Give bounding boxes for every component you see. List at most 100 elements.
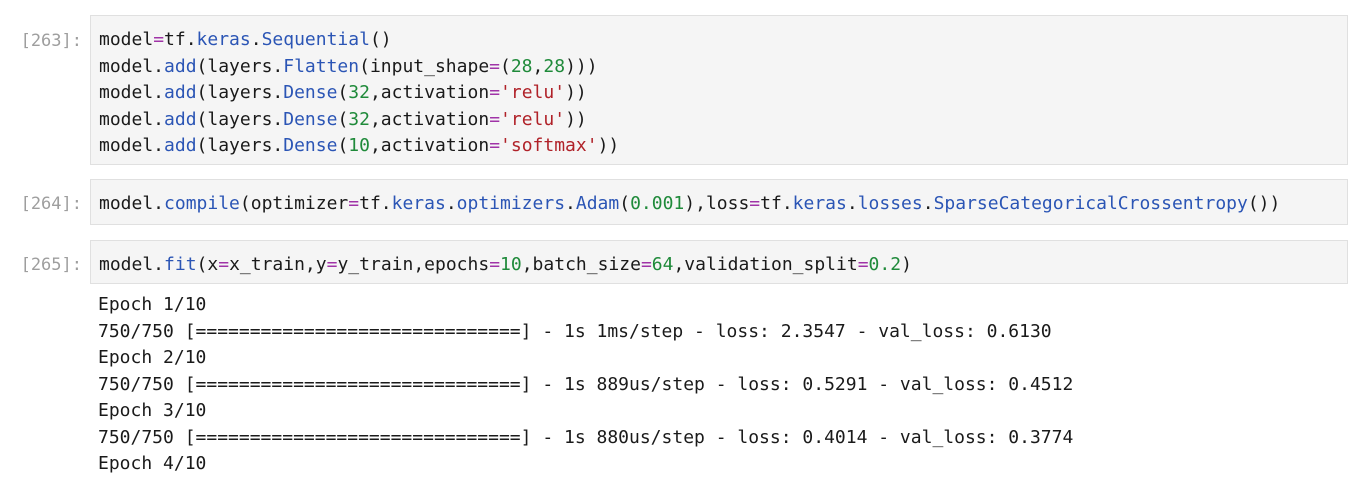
code-editor[interactable]: model.fit(x=x_train,y=y_train,epochs=10,…: [90, 240, 1348, 284]
code-line[interactable]: model.add(layers.Flatten(input_shape=(28…: [99, 54, 1347, 81]
code-token: 10: [348, 135, 370, 156]
code-token: keras: [391, 193, 446, 214]
cell-output: Epoch 1/10 750/750 [====================…: [98, 292, 1338, 478]
code-token: ()): [1247, 193, 1281, 214]
code-line[interactable]: model.add(layers.Dense(32,activation='re…: [99, 107, 1347, 134]
code-token: model.: [99, 108, 165, 130]
code-token: .: [846, 193, 858, 214]
code-editor[interactable]: model.compile(optimizer=tf.keras.optimiz…: [90, 179, 1348, 225]
code-token: (layers.: [196, 82, 284, 103]
output-line: 750/750 [==============================]…: [98, 426, 1074, 448]
code-token: ): [901, 254, 912, 275]
code-token: )): [565, 82, 587, 103]
code-token: =: [489, 82, 501, 103]
code-token: (): [369, 29, 392, 50]
code-token: =: [640, 254, 652, 275]
code-token: =: [348, 193, 360, 214]
output-line: 750/750 [==============================]…: [98, 373, 1074, 395]
code-token: (: [619, 193, 631, 214]
code-token: (layers.: [196, 135, 284, 156]
code-token: model.: [99, 82, 165, 103]
code-token: 28: [543, 55, 566, 77]
code-line[interactable]: model.fit(x=x_train,y=y_train,epochs=10,…: [99, 252, 1347, 279]
output-line: Epoch 1/10: [98, 294, 207, 315]
code-token: Adam: [575, 193, 620, 214]
code-token: 64: [651, 254, 674, 275]
code-token: (: [337, 135, 349, 156]
code-token: tf.: [164, 29, 197, 50]
code-token: 'relu': [500, 108, 566, 130]
code-token: ,: [532, 55, 544, 77]
code-token: tf.: [359, 193, 392, 214]
code-line[interactable]: model.add(layers.Dense(10,activation='so…: [99, 133, 1347, 160]
code-token: (: [337, 108, 349, 130]
code-token: (optimizer: [239, 193, 349, 214]
code-token: =: [153, 29, 165, 50]
code-token: Sequential: [261, 29, 370, 50]
code-token: fit: [164, 254, 197, 275]
code-token: add: [164, 108, 197, 130]
code-token: ,batch_size: [521, 254, 641, 275]
code-token: 'relu': [500, 82, 566, 103]
code-token: add: [164, 135, 197, 156]
code-token: .: [445, 193, 457, 214]
code-token: 0.2: [868, 254, 902, 275]
code-token: model: [99, 29, 154, 50]
code-token: model.: [99, 135, 165, 156]
cell-prompt: [263]:: [20, 31, 82, 51]
code-token: optimizers: [456, 193, 566, 214]
cell-prompt: [265]:: [20, 255, 82, 275]
code-token: model.: [99, 55, 165, 77]
output-line: Epoch 4/10: [98, 453, 207, 474]
code-line[interactable]: model.compile(optimizer=tf.keras.optimiz…: [99, 191, 1347, 218]
code-token: .: [922, 193, 934, 214]
code-token: Dense: [283, 135, 338, 156]
code-token: (input_shape: [359, 55, 490, 77]
code-token: Dense: [283, 82, 338, 103]
code-token: (: [337, 82, 349, 103]
code-token: keras: [792, 193, 847, 214]
code-token: add: [164, 55, 197, 77]
code-token: ,activation: [369, 108, 490, 130]
code-token: 28: [510, 55, 533, 77]
code-token: (x: [196, 254, 219, 275]
code-token: losses: [857, 193, 923, 214]
code-token: (: [500, 55, 511, 77]
code-token: (layers.: [196, 55, 284, 77]
code-token: model.: [99, 193, 165, 214]
code-token: =: [489, 254, 501, 275]
code-token: 'softmax': [500, 135, 598, 156]
code-token: .: [250, 29, 262, 50]
output-line: 750/750 [==============================]…: [98, 320, 1052, 342]
cell-prompt: [264]:: [20, 194, 82, 214]
code-token: =: [857, 254, 869, 275]
code-token: ,activation: [369, 82, 490, 103]
code-token: tf.: [760, 193, 793, 214]
code-line[interactable]: model=tf.keras.Sequential(): [99, 27, 1347, 54]
code-token: =: [489, 55, 500, 77]
code-token: 32: [348, 108, 370, 130]
code-token: (layers.: [196, 108, 284, 130]
code-token: =: [326, 254, 338, 275]
code-token: .: [565, 193, 576, 214]
code-token: keras: [196, 29, 251, 50]
code-token: Flatten: [283, 55, 360, 77]
code-token: 10: [500, 254, 522, 275]
code-token: add: [164, 82, 197, 103]
code-line[interactable]: model.add(layers.Dense(32,activation='re…: [99, 80, 1347, 107]
code-token: ))): [565, 55, 598, 77]
code-token: =: [489, 108, 501, 130]
code-token: ,activation: [369, 135, 490, 156]
code-token: =: [218, 254, 230, 275]
code-token: compile: [164, 193, 240, 214]
code-editor[interactable]: model=tf.keras.Sequential() model.add(la…: [90, 15, 1348, 165]
code-token: ),loss: [684, 193, 750, 214]
code-token: Dense: [283, 108, 338, 130]
code-token: ,validation_split: [673, 254, 858, 275]
code-token: =: [749, 193, 761, 214]
code-token: 0.001: [630, 193, 685, 214]
output-line: Epoch 3/10: [98, 400, 207, 421]
code-token: )): [565, 108, 587, 130]
code-token: 32: [348, 82, 370, 103]
code-token: y_train,epochs: [337, 254, 490, 275]
